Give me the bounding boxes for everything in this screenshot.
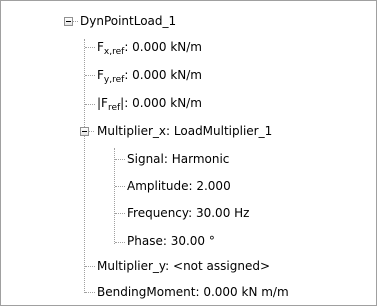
fmag-subscript: ref	[107, 103, 121, 113]
fx-subscript: x,ref	[103, 47, 125, 57]
collapse-minus-icon[interactable]	[64, 17, 73, 26]
tree-node-phase[interactable]: Phase: 30.00 °	[126, 233, 216, 249]
tree-line-frequency	[115, 213, 125, 214]
tree-node-frequency[interactable]: Frequency: 30.00 Hz	[126, 205, 250, 221]
tree-line-root-children	[84, 39, 85, 293]
collapse-minus-icon[interactable]	[80, 127, 89, 136]
tree-line-amplitude	[115, 186, 125, 187]
tree-node-signal[interactable]: Signal: Harmonic	[126, 151, 230, 167]
tree-node-multiplier-x[interactable]: Multiplier_x: LoadMultiplier_1	[96, 123, 273, 139]
tree-line-root-toggle	[73, 21, 78, 22]
fy-symbol: F	[97, 68, 104, 82]
tree-node-fy-ref[interactable]: Fy,ref: 0.000 kN/m	[96, 67, 203, 85]
tree-line-fmag	[85, 104, 95, 105]
tree-node-dynpointload[interactable]: DynPointLoad_1	[79, 13, 177, 29]
tree-line-fx	[85, 47, 95, 48]
tree-node-bending-moment[interactable]: BendingMoment: 0.000 kN m/m	[96, 284, 290, 300]
tree-line-multiplier-x-children	[114, 148, 115, 244]
tree-node-fx-ref[interactable]: Fx,ref: 0.000 kN/m	[96, 39, 203, 57]
fmag-prefix: |F	[97, 96, 108, 110]
fx-value: : 0.000 kN/m	[124, 40, 202, 54]
fx-symbol: F	[97, 40, 104, 54]
tree-node-amplitude[interactable]: Amplitude: 2.000	[126, 178, 232, 194]
fmag-value: |: 0.000 kN/m	[120, 96, 202, 110]
tree-panel[interactable]: DynPointLoad_1 Fx,ref: 0.000 kN/m Fy,ref…	[0, 0, 377, 306]
fy-value: : 0.000 kN/m	[124, 68, 202, 82]
tree-node-multiplier-y[interactable]: Multiplier_y: <not assigned>	[96, 258, 271, 274]
tree-line-multiplier-x-toggle	[89, 131, 94, 132]
tree-line-fy	[85, 75, 95, 76]
fy-subscript: y,ref	[103, 75, 125, 85]
tree-line-multiplier-y	[85, 266, 95, 267]
tree-line-signal	[115, 159, 125, 160]
tree-line-bending-moment	[85, 292, 95, 293]
tree-line-phase	[115, 242, 125, 243]
tree-node-f-ref-magnitude[interactable]: |Fref|: 0.000 kN/m	[96, 95, 203, 113]
